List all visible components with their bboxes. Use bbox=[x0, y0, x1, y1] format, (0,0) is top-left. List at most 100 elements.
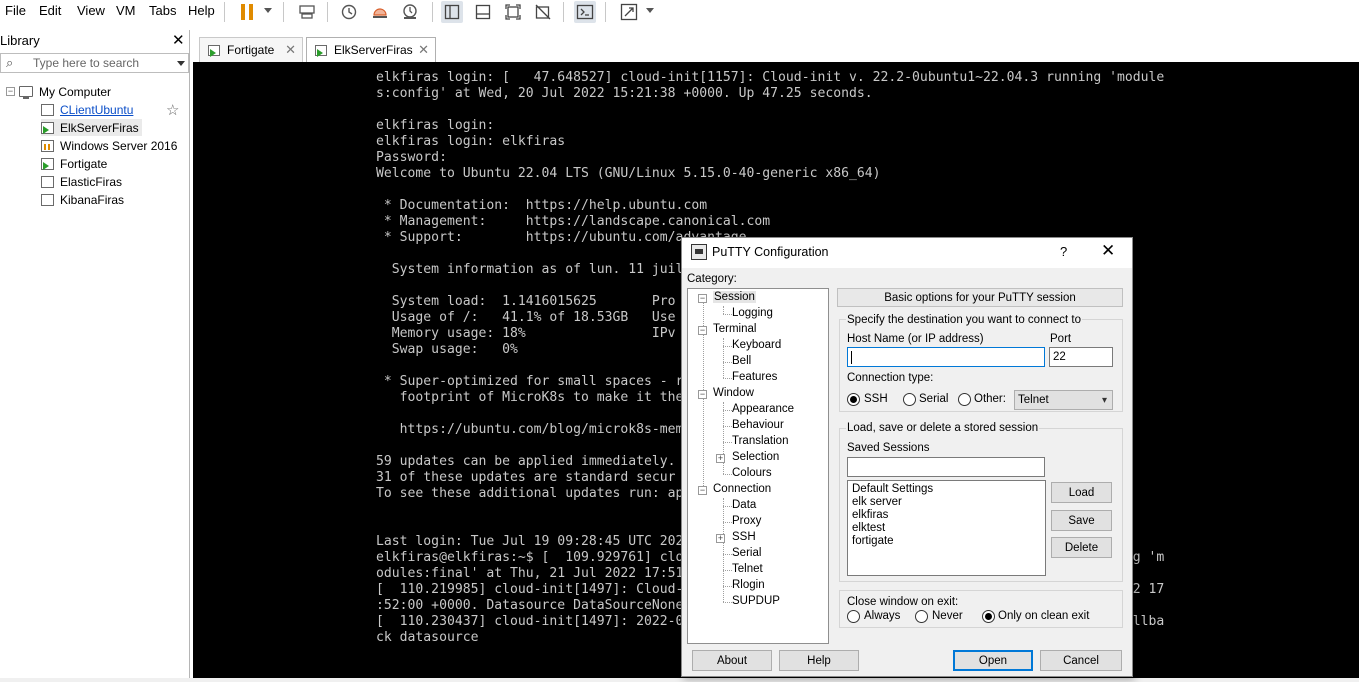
full-screen-icon[interactable] bbox=[502, 1, 524, 23]
port-input[interactable]: 22 bbox=[1049, 347, 1113, 367]
toolbar-separator bbox=[563, 2, 564, 22]
chevron-down-icon[interactable] bbox=[177, 61, 185, 66]
category-terminal[interactable]: Terminal bbox=[713, 323, 756, 335]
cancel-button[interactable]: Cancel bbox=[1040, 650, 1122, 671]
tree-vm-elkserverfiras[interactable]: ElkServerFiras bbox=[41, 119, 142, 136]
library-view-icon[interactable] bbox=[441, 1, 463, 23]
console-line: Welcome to Ubuntu 22.04 LTS (GNU/Linux 5… bbox=[376, 166, 881, 181]
host-input[interactable] bbox=[847, 347, 1045, 367]
category-bell[interactable]: Bell bbox=[732, 355, 751, 367]
radio-never[interactable] bbox=[915, 610, 928, 623]
close-icon[interactable]: ✕ bbox=[418, 42, 429, 58]
console-line: 31 of these updates are standard secur bbox=[376, 470, 676, 485]
close-icon[interactable]: ✕ bbox=[172, 31, 185, 49]
menu-tabs[interactable]: Tabs bbox=[149, 3, 176, 18]
menu-file[interactable]: File bbox=[5, 3, 26, 18]
tree-vm-fortigate[interactable]: Fortigate bbox=[41, 155, 107, 172]
tree-vm-clientubuntu[interactable]: CLientUbuntu bbox=[41, 101, 133, 118]
pause-dropdown-icon[interactable] bbox=[264, 8, 272, 13]
load-button[interactable]: Load bbox=[1051, 482, 1112, 503]
menu-edit[interactable]: Edit bbox=[39, 3, 61, 18]
menu-view[interactable]: View bbox=[77, 3, 105, 18]
open-button[interactable]: Open bbox=[953, 650, 1033, 671]
help-button[interactable]: Help bbox=[779, 650, 859, 671]
list-item[interactable]: elktest bbox=[852, 522, 885, 534]
category-appearance[interactable]: Appearance bbox=[732, 403, 794, 415]
category-telnet[interactable]: Telnet bbox=[732, 563, 763, 575]
search-icon: ⌕ bbox=[6, 55, 14, 70]
radio-always[interactable] bbox=[847, 610, 860, 623]
category-window[interactable]: Window bbox=[713, 387, 754, 399]
console-line: ck datasource bbox=[376, 630, 479, 645]
close-icon[interactable]: ✕ bbox=[1101, 241, 1115, 261]
snapshot-manager-icon[interactable] bbox=[399, 1, 421, 23]
sessions-list[interactable]: Default Settings elk server elkfiras elk… bbox=[847, 480, 1046, 576]
list-item[interactable]: Default Settings bbox=[852, 483, 933, 495]
category-colours[interactable]: Colours bbox=[732, 467, 772, 479]
tree-my-computer[interactable]: − My Computer bbox=[6, 83, 111, 100]
console-line: * Super-optimized for small spaces - r bbox=[376, 374, 684, 389]
console-line: 59 updates can be applied immediately. bbox=[376, 454, 676, 469]
collapse-icon[interactable]: − bbox=[698, 326, 707, 335]
library-search[interactable]: ⌕ bbox=[0, 53, 189, 73]
about-button[interactable]: About bbox=[692, 650, 772, 671]
snapshot-icon[interactable] bbox=[338, 1, 360, 23]
category-logging[interactable]: Logging bbox=[732, 307, 773, 319]
category-supdup[interactable]: SUPDUP bbox=[732, 595, 780, 607]
expand-icon[interactable]: + bbox=[716, 534, 725, 543]
collapse-icon[interactable]: − bbox=[698, 390, 707, 399]
list-item[interactable]: elkfiras bbox=[852, 509, 888, 521]
pause-icon[interactable] bbox=[236, 1, 258, 23]
radio-never-label: Never bbox=[932, 610, 963, 622]
list-item[interactable]: elk server bbox=[852, 496, 902, 508]
category-session[interactable]: Session bbox=[713, 291, 756, 303]
expand-icon[interactable]: + bbox=[716, 454, 725, 463]
vm-icon bbox=[41, 193, 54, 206]
list-item[interactable]: fortigate bbox=[852, 535, 894, 547]
delete-button[interactable]: Delete bbox=[1051, 537, 1112, 558]
console-line: elkfiras login: bbox=[376, 118, 495, 133]
category-behaviour[interactable]: Behaviour bbox=[732, 419, 784, 431]
collapse-icon[interactable]: − bbox=[6, 87, 15, 96]
category-ssh[interactable]: SSH bbox=[732, 531, 756, 543]
send-ctrl-alt-del-icon[interactable] bbox=[296, 1, 318, 23]
saved-sessions-input[interactable] bbox=[847, 457, 1045, 477]
category-translation[interactable]: Translation bbox=[732, 435, 788, 447]
other-protocol-select[interactable]: Telnet ▾ bbox=[1014, 390, 1113, 410]
menu-vm[interactable]: VM bbox=[116, 3, 136, 18]
thumbnail-view-icon[interactable] bbox=[472, 1, 494, 23]
stretch-dropdown-icon[interactable] bbox=[646, 8, 654, 13]
search-input[interactable] bbox=[33, 55, 173, 71]
category-selection[interactable]: Selection bbox=[732, 451, 779, 463]
save-button[interactable]: Save bbox=[1051, 510, 1112, 531]
revert-snapshot-icon[interactable] bbox=[369, 1, 391, 23]
tab-fortigate[interactable]: Fortigate ✕ bbox=[199, 37, 303, 62]
console-view-icon[interactable] bbox=[574, 1, 596, 23]
menu-help[interactable]: Help bbox=[188, 3, 215, 18]
category-keyboard[interactable]: Keyboard bbox=[732, 339, 781, 351]
tree-vm-elasticfiras[interactable]: ElasticFiras bbox=[41, 173, 122, 190]
tree-vm-kibanafiras[interactable]: KibanaFiras bbox=[41, 191, 124, 208]
category-data[interactable]: Data bbox=[732, 499, 756, 511]
star-icon[interactable]: ☆ bbox=[166, 101, 179, 119]
radio-serial[interactable] bbox=[903, 393, 916, 406]
chevron-down-icon: ▾ bbox=[1101, 395, 1107, 406]
tree-vm-windows-server[interactable]: Windows Server 2016 bbox=[41, 137, 177, 154]
radio-ssh[interactable] bbox=[847, 393, 860, 406]
category-rlogin[interactable]: Rlogin bbox=[732, 579, 765, 591]
category-features[interactable]: Features bbox=[732, 371, 777, 383]
collapse-icon[interactable]: − bbox=[698, 486, 707, 495]
unity-icon[interactable] bbox=[532, 1, 554, 23]
category-proxy[interactable]: Proxy bbox=[732, 515, 761, 527]
destination-label: Specify the destination you want to conn… bbox=[846, 314, 1082, 326]
help-icon[interactable]: ? bbox=[1060, 244, 1067, 259]
radio-other[interactable] bbox=[958, 393, 971, 406]
collapse-icon[interactable]: − bbox=[698, 294, 707, 303]
console-line: https://ubuntu.com/blog/microk8s-mem bbox=[376, 422, 684, 437]
category-connection[interactable]: Connection bbox=[713, 483, 771, 495]
category-serial[interactable]: Serial bbox=[732, 547, 761, 559]
close-icon[interactable]: ✕ bbox=[285, 42, 296, 58]
radio-clean-exit[interactable] bbox=[982, 610, 995, 623]
stretch-guest-icon[interactable] bbox=[618, 1, 640, 23]
tab-elkserverfiras[interactable]: ElkServerFiras ✕ bbox=[306, 37, 436, 62]
